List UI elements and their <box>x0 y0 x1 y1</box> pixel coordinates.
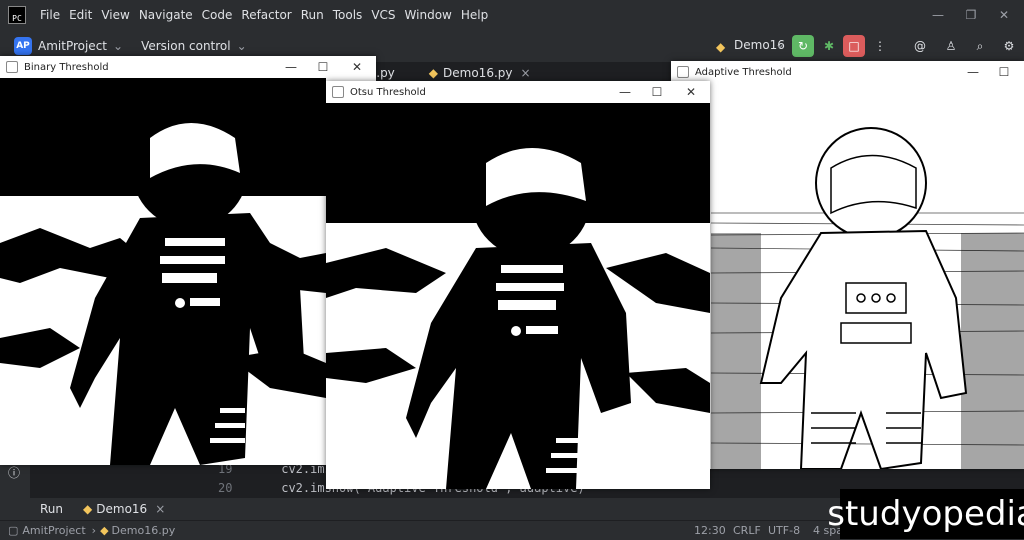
add-user-button[interactable]: ♙ <box>940 35 962 57</box>
window-titlebar[interactable]: Otsu Threshold — ☐ ✕ <box>326 81 710 103</box>
more-actions-button[interactable]: ⋮ <box>869 35 891 57</box>
adaptive-threshold-window[interactable]: Adaptive Threshold — ☐ <box>671 61 1024 469</box>
line-separator[interactable]: CRLF <box>733 524 761 537</box>
window-title: Adaptive Threshold <box>695 66 792 78</box>
project-selector[interactable]: AmitProject <box>38 39 107 53</box>
stop-icon: □ <box>848 39 860 53</box>
python-icon: ◆ <box>716 40 726 54</box>
python-icon: ◆ <box>100 524 109 537</box>
version-control-selector[interactable]: Version control <box>141 39 231 53</box>
menu-navigate[interactable]: Navigate <box>139 8 193 22</box>
gear-icon: ⚙ <box>1003 39 1015 53</box>
restore-icon[interactable]: ❐ <box>963 7 979 23</box>
problems-icon[interactable]: ⓘ <box>8 464 20 481</box>
maximize-icon[interactable]: ☐ <box>310 56 336 78</box>
maximize-icon[interactable]: ☐ <box>644 81 670 103</box>
binary-threshold-window[interactable]: Binary Threshold — ☐ ✕ <box>0 56 376 465</box>
menu-bar: PC File Edit View Navigate Code Refactor… <box>0 0 1024 30</box>
debug-button[interactable]: ✱ <box>818 35 840 57</box>
minimize-icon[interactable]: — <box>960 61 986 83</box>
tab-demo16[interactable]: Demo16.py <box>443 66 512 80</box>
add-user-icon: ♙ <box>945 39 957 53</box>
otsu-threshold-image <box>326 103 710 489</box>
menu-vcs[interactable]: VCS <box>371 8 395 22</box>
chevron-right-icon: › <box>91 524 97 537</box>
close-icon[interactable]: × <box>155 502 165 516</box>
close-icon[interactable]: ✕ <box>344 56 370 78</box>
window-titlebar[interactable]: Binary Threshold — ☐ ✕ <box>0 56 376 78</box>
rerun-button[interactable]: ↻ <box>792 35 814 57</box>
app-icon <box>332 86 344 98</box>
search-icon: ⌕ <box>976 38 984 53</box>
ai-assistant-button[interactable]: @ <box>909 35 931 57</box>
minimize-icon[interactable]: — <box>278 56 304 78</box>
swirl-icon: @ <box>914 39 926 53</box>
close-icon[interactable]: ✕ <box>678 81 704 103</box>
window-title: Otsu Threshold <box>350 86 426 98</box>
breadcrumb-project[interactable]: AmitProject <box>22 524 85 537</box>
project-badge: AP <box>14 37 32 55</box>
rerun-icon: ↻ <box>797 39 809 53</box>
stop-button[interactable]: □ <box>843 35 865 57</box>
app-icon <box>677 66 689 78</box>
menu-refactor[interactable]: Refactor <box>241 8 291 22</box>
python-icon: ◆ <box>83 502 93 516</box>
studyopedia-watermark: studyopedia <box>827 489 1024 539</box>
window-title: Binary Threshold <box>24 61 109 73</box>
run-label[interactable]: Run <box>40 502 63 516</box>
menu-window[interactable]: Window <box>405 8 452 22</box>
otsu-threshold-window[interactable]: Otsu Threshold — ☐ ✕ <box>326 81 710 489</box>
window-titlebar[interactable]: Adaptive Threshold — ☐ <box>671 61 1024 83</box>
run-tab-demo16[interactable]: Demo16 <box>96 502 147 516</box>
square-icon: ▢ <box>8 524 19 537</box>
close-icon[interactable]: ✕ <box>996 7 1012 23</box>
chevron-down-icon: ⌄ <box>775 37 786 51</box>
binary-threshold-image <box>0 78 326 465</box>
pycharm-logo-icon[interactable]: PC <box>8 6 26 24</box>
menu-help[interactable]: Help <box>461 8 488 22</box>
file-encoding[interactable]: UTF-8 <box>768 524 800 537</box>
breadcrumb-file[interactable]: Demo16.py <box>112 524 176 537</box>
more-icon: ⋮ <box>874 39 886 53</box>
adaptive-threshold-image <box>671 83 1024 469</box>
chevron-down-icon: ⌄ <box>113 39 124 53</box>
menu-file[interactable]: File <box>40 8 60 22</box>
menu-view[interactable]: View <box>101 8 129 22</box>
line-number: 20 <box>218 481 233 495</box>
settings-button[interactable]: ⚙ <box>998 35 1020 57</box>
search-button[interactable]: ⌕ <box>969 35 991 57</box>
minimize-icon[interactable]: — <box>612 81 638 103</box>
menu-tools[interactable]: Tools <box>333 8 363 22</box>
bug-icon: ✱ <box>823 39 835 53</box>
app-icon <box>6 61 18 73</box>
tab-close-icon[interactable]: × <box>521 66 531 80</box>
python-icon: ◆ <box>428 66 439 80</box>
maximize-icon[interactable]: ☐ <box>991 61 1017 83</box>
chevron-down-icon: ⌄ <box>236 39 247 53</box>
menu-code[interactable]: Code <box>202 8 233 22</box>
caret-position[interactable]: 12:30 <box>694 524 726 537</box>
menu-edit[interactable]: Edit <box>69 8 92 22</box>
minimize-icon[interactable]: — <box>930 7 946 23</box>
menu-run[interactable]: Run <box>301 8 324 22</box>
